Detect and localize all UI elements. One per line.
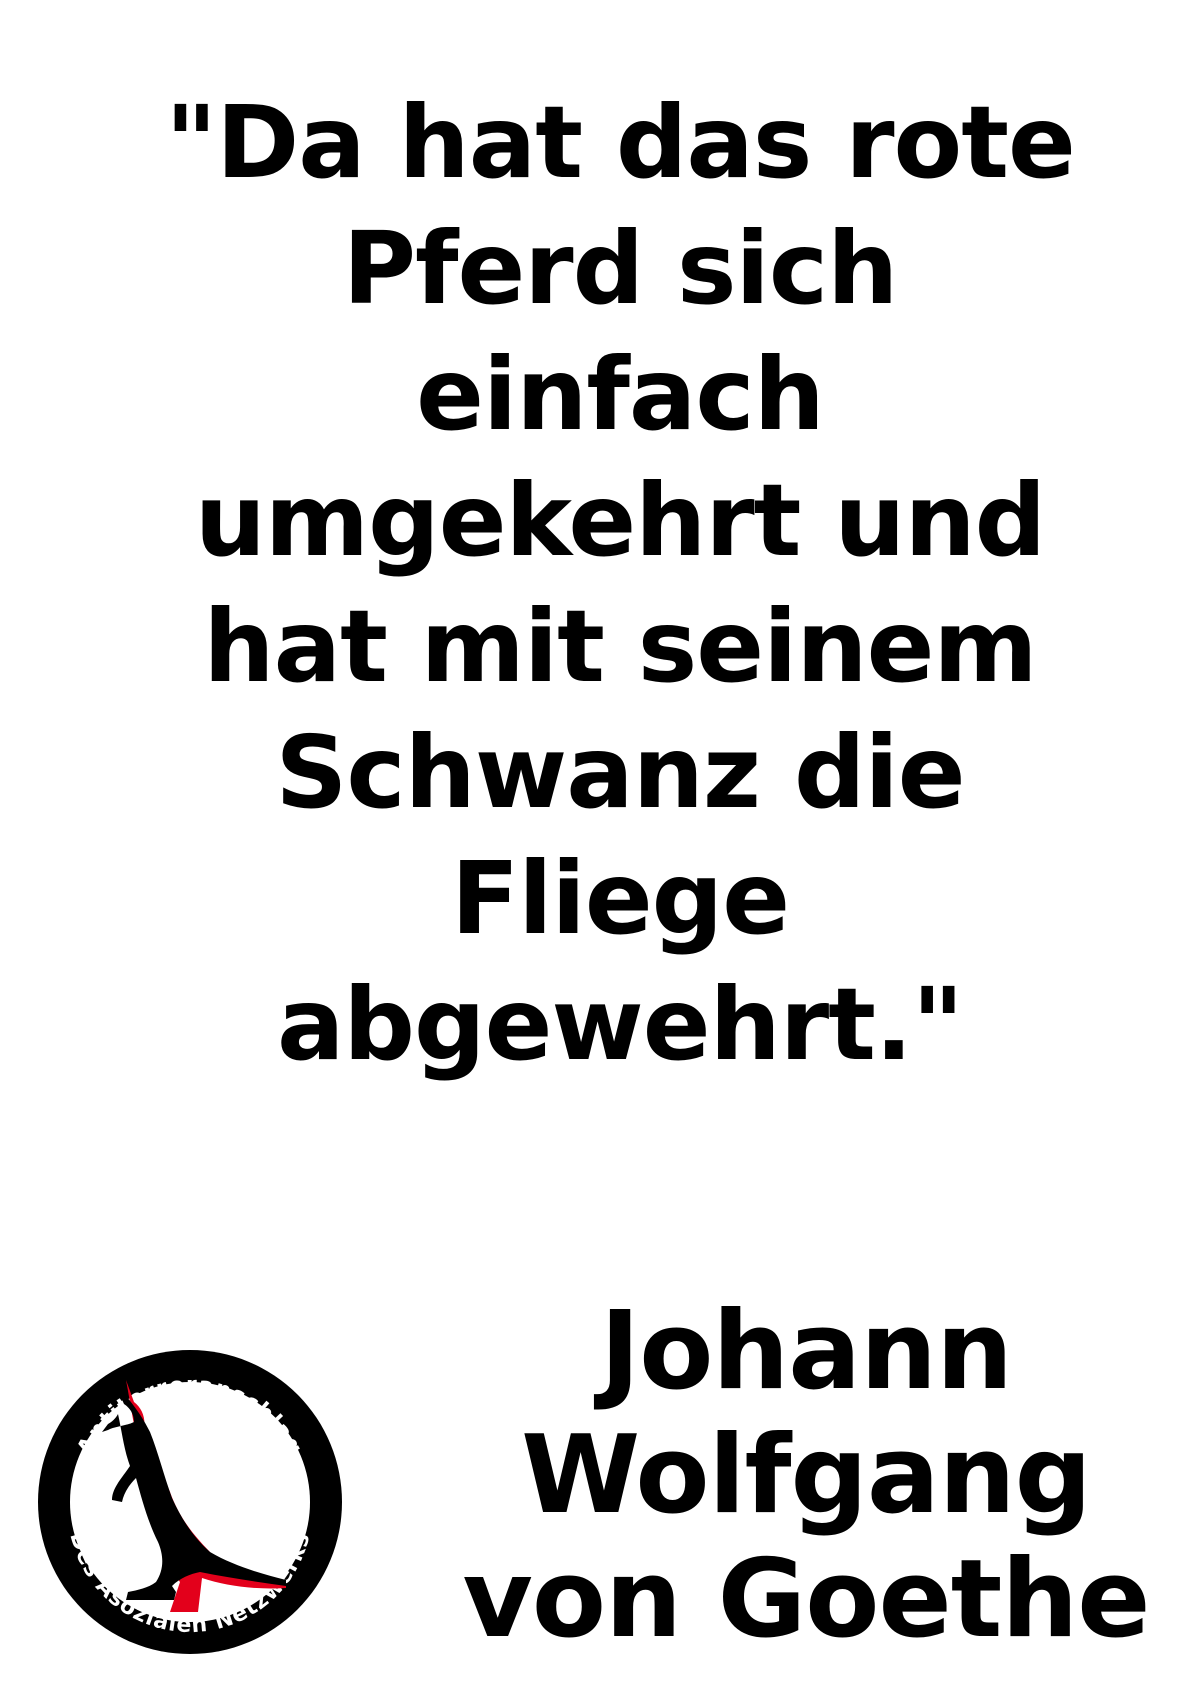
quote-line: einfach [416,336,825,453]
quote-author: Johann Wolfgang von Goethe [446,1290,1166,1662]
author-line: von Goethe [462,1537,1151,1662]
quote-line: "Da hat das rote [165,84,1076,201]
antiterroranschlag-logo: Antiterroranschlag Des Asozialen Netzwer… [38,1350,342,1654]
quote-line: umgekehrt und [194,462,1047,579]
quote-line: hat mit seinem [203,588,1037,705]
quote-line: Pferd sich [342,210,899,327]
author-line: Wolfgang [521,1413,1092,1538]
quote-line: Schwanz die [275,714,965,831]
quote-line: Fliege [450,840,790,957]
author-line: Johann [600,1289,1013,1414]
quote-line: abgewehrt." [276,966,964,1083]
quote-text: "Da hat das rote Pferd sich einfach umge… [90,80,1150,1088]
